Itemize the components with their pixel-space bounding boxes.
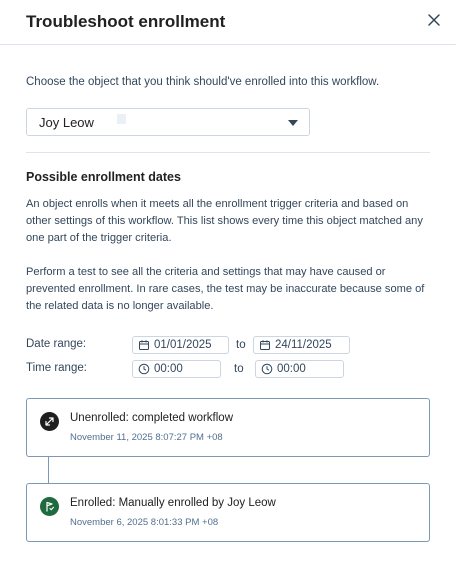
intro-text: Choose the object that you think should'… xyxy=(26,76,380,88)
time-to-value: 00:00 xyxy=(277,363,306,375)
modal-header: Troubleshoot enrollment xyxy=(0,0,456,45)
object-select[interactable]: Joy Leow xyxy=(26,108,310,136)
event-title: Unenrolled: completed workflow xyxy=(70,412,233,424)
section-title: Possible enrollment dates xyxy=(26,170,181,184)
time-from-value: 00:00 xyxy=(154,363,183,375)
clock-icon xyxy=(261,363,273,375)
time-to-separator: to xyxy=(234,363,244,375)
calendar-icon xyxy=(260,340,270,350)
timeline-connector xyxy=(48,456,49,483)
event-card-unenrolled[interactable]: Unenrolled: completed workflow November … xyxy=(26,398,430,457)
event-timestamp: November 6, 2025 8:01:33 PM +08 xyxy=(70,517,219,528)
unenroll-icon xyxy=(40,412,59,431)
description-paragraph-2: Perform a test to see all the criteria a… xyxy=(26,266,425,312)
selected-object: Joy Leow xyxy=(39,115,94,130)
time-from-input[interactable]: 00:00 xyxy=(132,360,221,378)
event-timestamp: November 11, 2025 8:07:27 PM +08 xyxy=(70,432,223,443)
enroll-icon xyxy=(40,497,59,516)
time-to-input[interactable]: 00:00 xyxy=(255,360,344,378)
event-card-enrolled[interactable]: Enrolled: Manually enrolled by Joy Leow … xyxy=(26,483,430,542)
caret-down-icon xyxy=(288,120,298,126)
date-to-value: 24/11/2025 xyxy=(275,339,332,351)
date-from-value: 01/01/2025 xyxy=(154,339,212,351)
date-to-input[interactable]: 24/11/2025 xyxy=(253,336,350,354)
close-icon xyxy=(428,14,440,26)
modal-title: Troubleshoot enrollment xyxy=(26,12,226,31)
close-button[interactable] xyxy=(426,12,442,28)
select-chip xyxy=(117,114,126,124)
date-from-input[interactable]: 01/01/2025 xyxy=(132,336,229,354)
calendar-icon xyxy=(139,340,149,350)
event-title: Enrolled: Manually enrolled by Joy Leow xyxy=(70,497,276,509)
description-paragraph-1: An object enrolls when it meets all the … xyxy=(26,198,423,244)
date-to-separator: to xyxy=(236,339,246,351)
clock-icon xyxy=(138,363,150,375)
time-range-label: Time range: xyxy=(26,362,87,374)
section-divider xyxy=(26,152,430,153)
date-range-label: Date range: xyxy=(26,338,87,350)
